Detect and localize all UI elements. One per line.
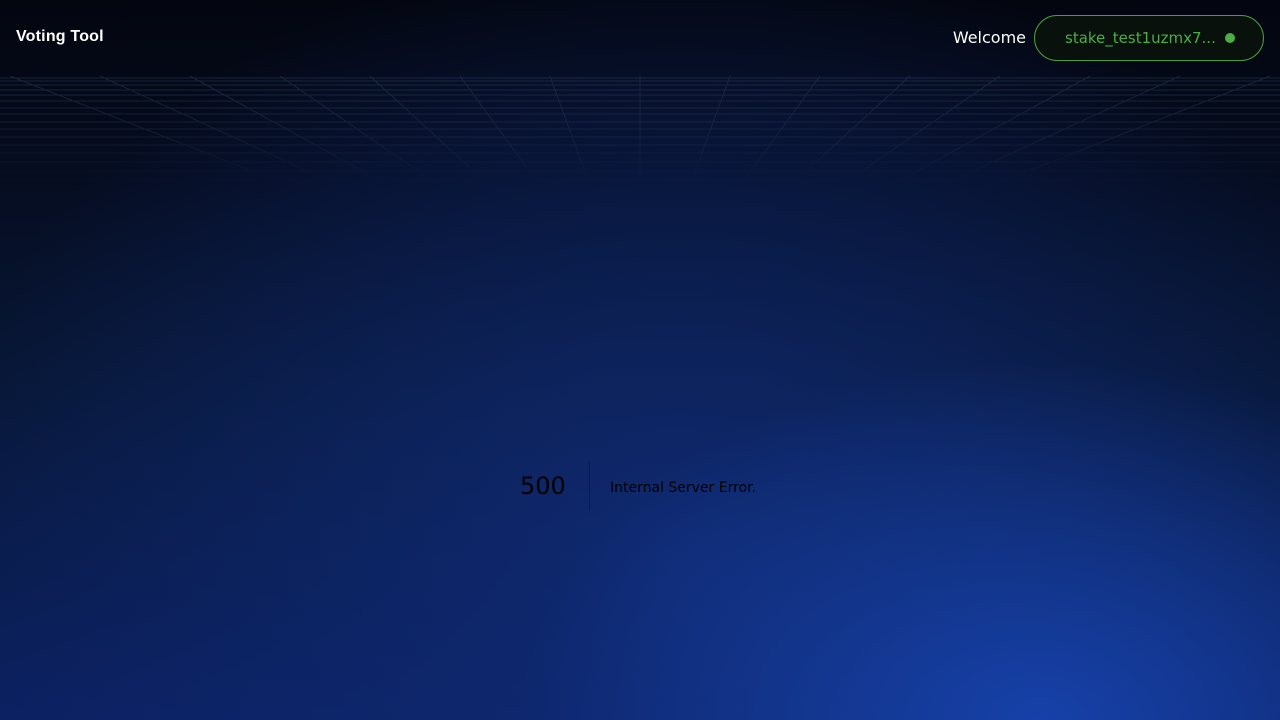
- perspective-grid: [0, 76, 1280, 186]
- grid-line: [549, 76, 591, 186]
- connected-dot-icon: [1225, 33, 1235, 43]
- error-divider: [589, 462, 590, 510]
- grid-line: [689, 76, 731, 186]
- welcome-label: Welcome: [952, 28, 1026, 47]
- grid-line: [9, 76, 291, 186]
- app-title: Voting Tool: [16, 28, 104, 45]
- error-code: 500: [520, 472, 566, 500]
- wallet-button[interactable]: stake_test1uzmx7...: [1034, 15, 1264, 61]
- error-panel: 500 Internal Server Error.: [0, 462, 1280, 510]
- wallet-address: stake_test1uzmx7...: [1065, 29, 1216, 47]
- error-message: Internal Server Error.: [610, 480, 757, 496]
- grid-line: [989, 76, 1271, 186]
- top-header: Voting Tool Welcome stake_test1uzmx7...: [0, 0, 1280, 76]
